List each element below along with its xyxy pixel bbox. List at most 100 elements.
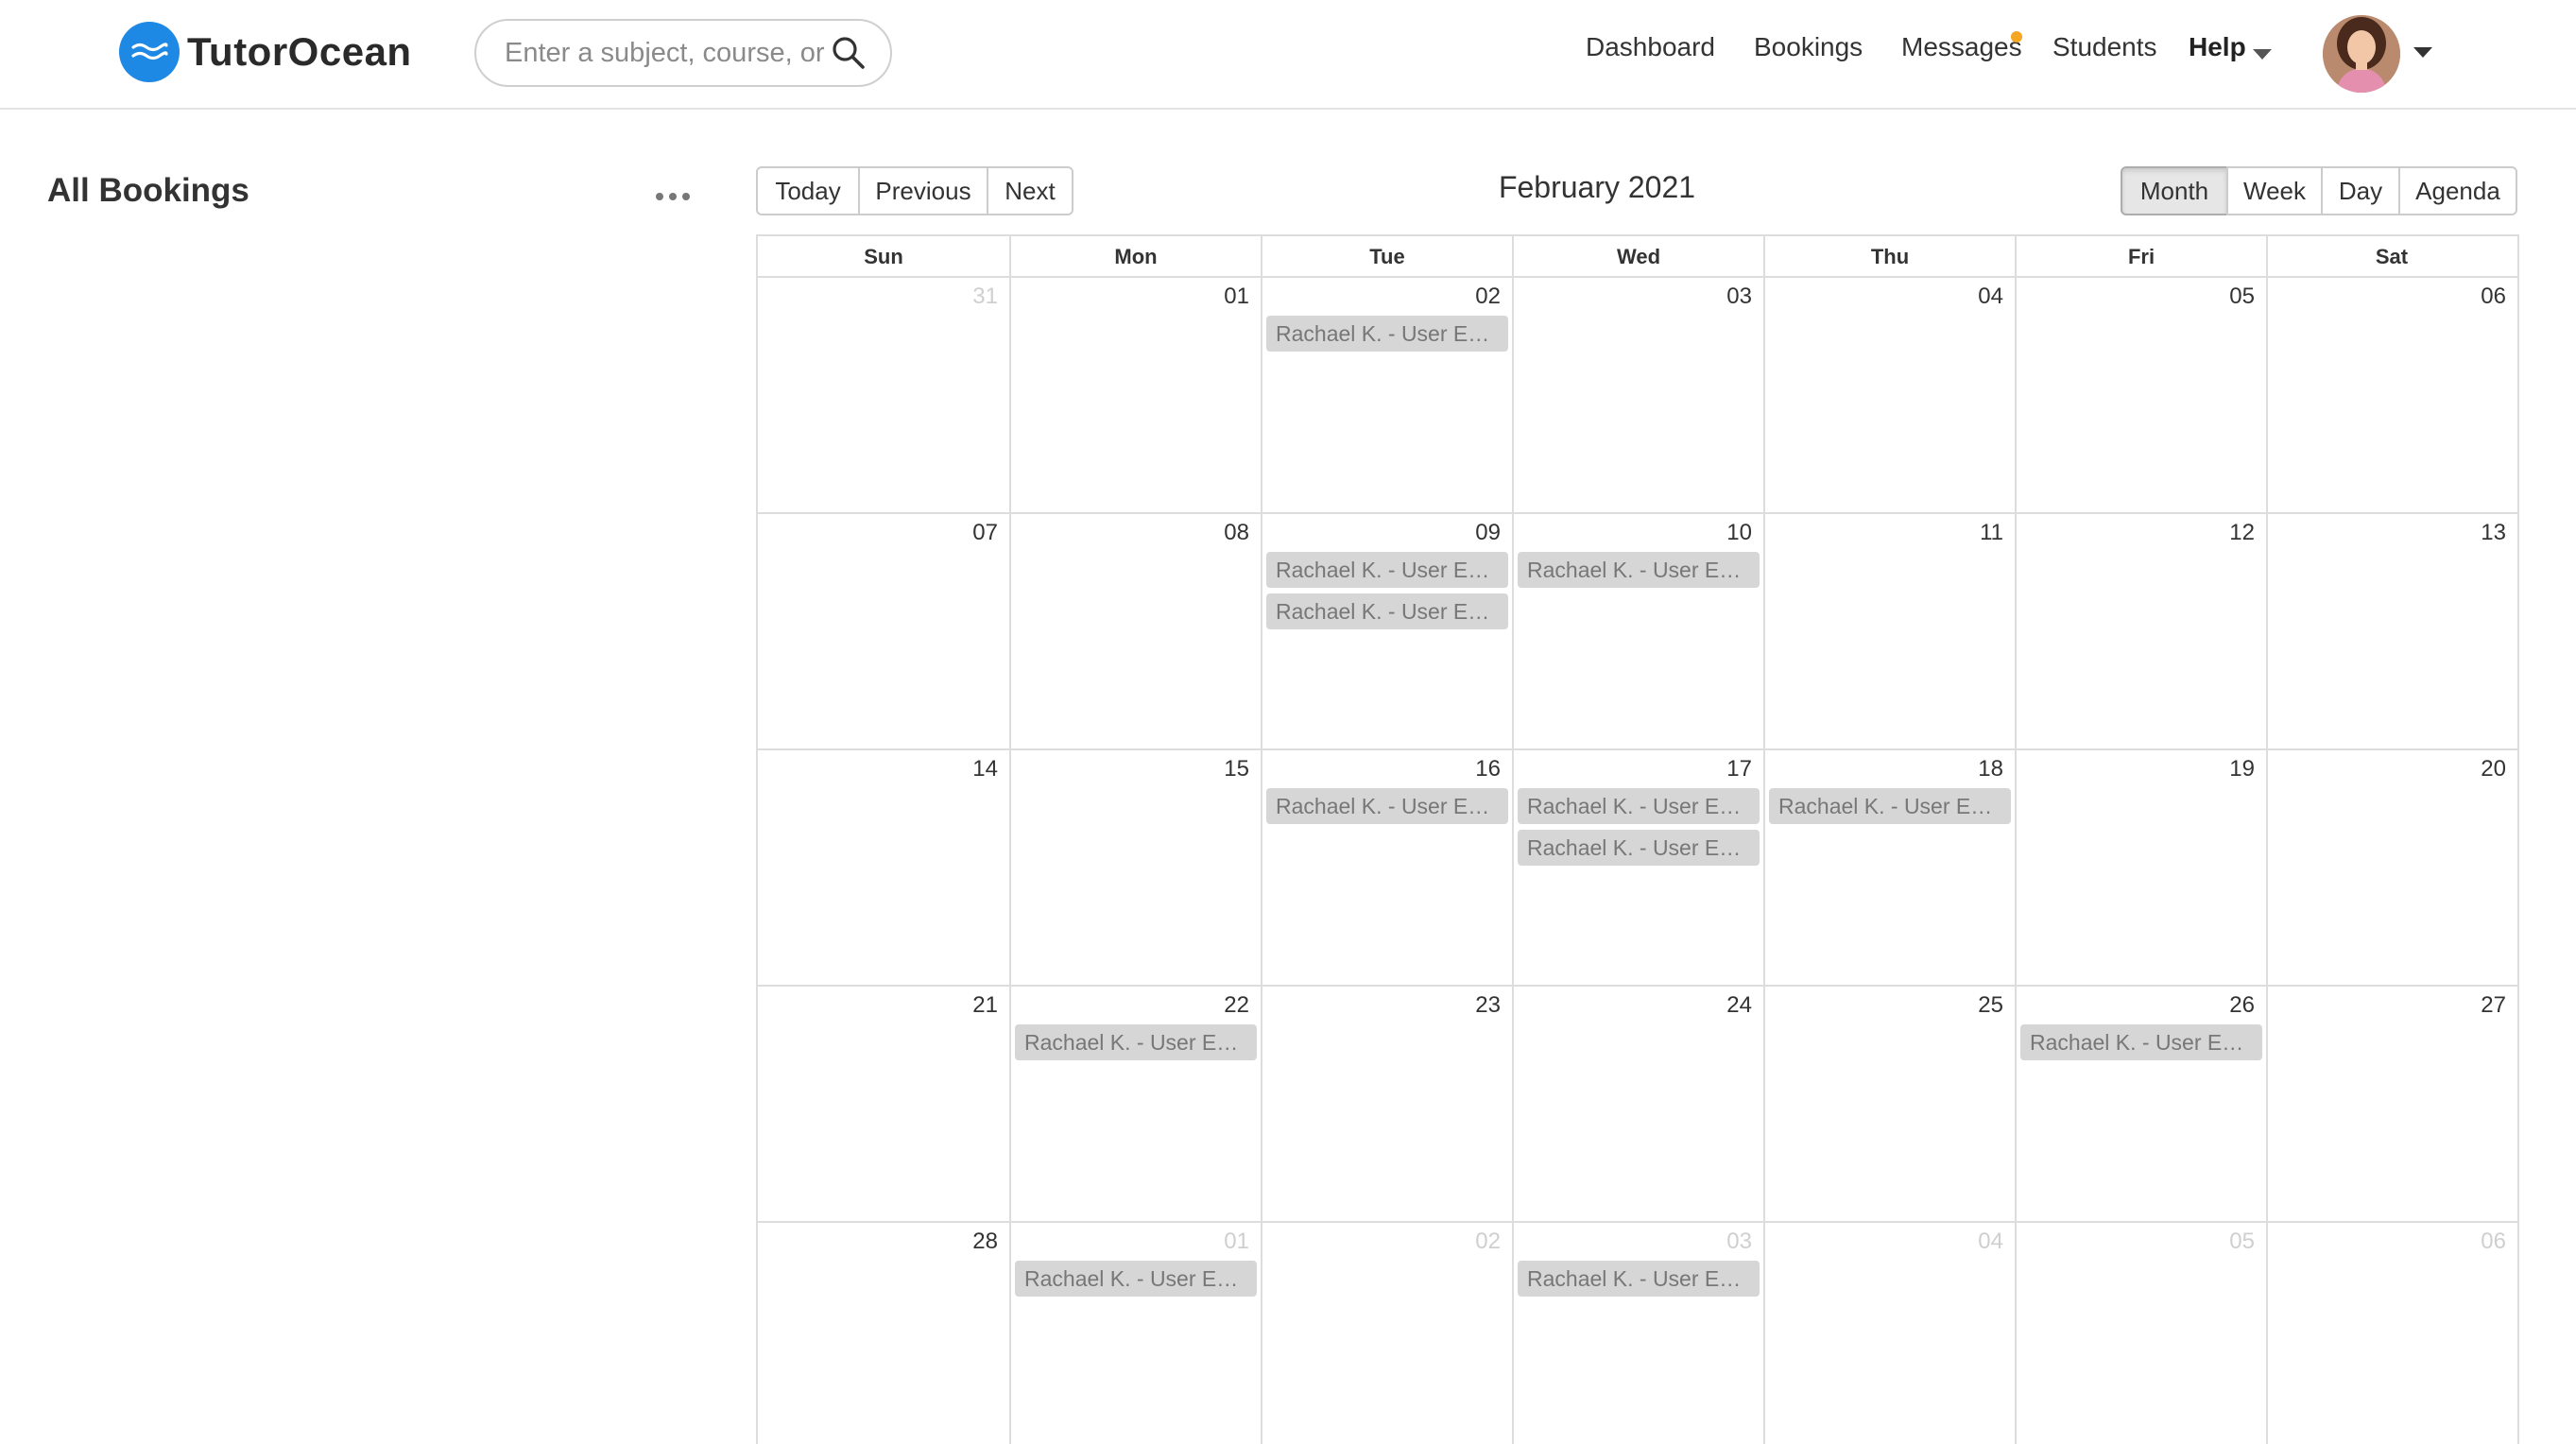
day-number[interactable]: 02 bbox=[1475, 284, 1501, 310]
day-cell[interactable]: 14 bbox=[758, 750, 1009, 985]
day-number[interactable]: 28 bbox=[972, 1229, 998, 1255]
day-cell[interactable]: 15 bbox=[1009, 750, 1261, 985]
day-number[interactable]: 27 bbox=[2481, 992, 2506, 1019]
day-cell[interactable]: 04 bbox=[1763, 278, 2015, 512]
day-cell[interactable]: 13 bbox=[2266, 514, 2517, 748]
day-number[interactable]: 02 bbox=[1475, 1229, 1501, 1255]
nav-help[interactable]: Help bbox=[2189, 32, 2246, 62]
day-cell[interactable]: 28 bbox=[758, 1223, 1009, 1444]
day-number[interactable]: 01 bbox=[1224, 284, 1249, 310]
day-number[interactable]: 06 bbox=[2481, 1229, 2506, 1255]
day-cell[interactable]: 17 Rachael K. - User Experience Rachael K.… bbox=[1512, 750, 1763, 985]
day-cell[interactable]: 24 bbox=[1512, 987, 1763, 1221]
day-cell[interactable]: 02 bbox=[1261, 1223, 1512, 1444]
day-number[interactable]: 26 bbox=[2229, 992, 2255, 1019]
day-cell[interactable]: 23 bbox=[1261, 987, 1512, 1221]
day-number[interactable]: 10 bbox=[1726, 520, 1752, 546]
day-number[interactable]: 12 bbox=[2229, 520, 2255, 546]
day-number[interactable]: 21 bbox=[972, 992, 998, 1019]
day-number[interactable]: 15 bbox=[1224, 756, 1249, 782]
day-number[interactable]: 07 bbox=[972, 520, 998, 546]
nav-bookings[interactable]: Bookings bbox=[1754, 32, 1863, 62]
day-cell[interactable]: 03 bbox=[1512, 278, 1763, 512]
booking-event[interactable]: Rachael K. - User Experience bbox=[1266, 788, 1508, 824]
day-number[interactable]: 16 bbox=[1475, 756, 1501, 782]
day-number[interactable]: 23 bbox=[1475, 992, 1501, 1019]
day-number[interactable]: 05 bbox=[2229, 1229, 2255, 1255]
search-input[interactable] bbox=[505, 37, 830, 69]
user-avatar[interactable] bbox=[2323, 15, 2400, 93]
day-cell[interactable]: 11 bbox=[1763, 514, 2015, 748]
day-number[interactable]: 18 bbox=[1978, 756, 2003, 782]
booking-event[interactable]: Rachael K. - User Experience bbox=[1266, 552, 1508, 588]
day-number[interactable]: 13 bbox=[2481, 520, 2506, 546]
day-cell[interactable]: 02 Rachael K. - User Experience bbox=[1261, 278, 1512, 512]
booking-event[interactable]: Rachael K. - User Experience bbox=[1015, 1024, 1257, 1060]
booking-event[interactable]: Rachael K. - User Experience bbox=[1518, 552, 1760, 588]
booking-event[interactable]: Rachael K. - User Experience bbox=[2020, 1024, 2262, 1060]
day-number[interactable]: 03 bbox=[1726, 284, 1752, 310]
day-number[interactable]: 17 bbox=[1726, 756, 1752, 782]
day-cell[interactable]: 18 Rachael K. - User Experience bbox=[1763, 750, 2015, 985]
view-month-button[interactable]: Month bbox=[2121, 166, 2228, 215]
search-box[interactable] bbox=[474, 19, 892, 87]
day-number[interactable]: 31 bbox=[972, 284, 998, 310]
day-cell[interactable]: 25 bbox=[1763, 987, 2015, 1221]
day-cell[interactable]: 22 Rachael K. - User Experience bbox=[1009, 987, 1261, 1221]
view-agenda-button[interactable]: Agenda bbox=[2398, 166, 2517, 215]
day-cell[interactable]: 16 Rachael K. - User Experience bbox=[1261, 750, 1512, 985]
previous-button[interactable]: Previous bbox=[858, 166, 988, 215]
day-number[interactable]: 14 bbox=[972, 756, 998, 782]
day-cell[interactable]: 12 bbox=[2015, 514, 2266, 748]
day-number[interactable]: 24 bbox=[1726, 992, 1752, 1019]
day-number[interactable]: 03 bbox=[1726, 1229, 1752, 1255]
day-cell[interactable]: 27 bbox=[2266, 987, 2517, 1221]
day-number[interactable]: 01 bbox=[1224, 1229, 1249, 1255]
day-number[interactable]: 05 bbox=[2229, 284, 2255, 310]
day-cell[interactable]: 20 bbox=[2266, 750, 2517, 985]
nav-students[interactable]: Students bbox=[2052, 32, 2157, 62]
day-cell[interactable]: 26 Rachael K. - User Experience bbox=[2015, 987, 2266, 1221]
day-number[interactable]: 20 bbox=[2481, 756, 2506, 782]
day-cell[interactable]: 31 bbox=[758, 278, 1009, 512]
day-cell[interactable]: 07 bbox=[758, 514, 1009, 748]
day-cell[interactable]: 01 bbox=[1009, 278, 1261, 512]
day-cell[interactable]: 10 Rachael K. - User Experience bbox=[1512, 514, 1763, 748]
day-cell[interactable]: 08 bbox=[1009, 514, 1261, 748]
view-week-button[interactable]: Week bbox=[2226, 166, 2323, 215]
more-horizontal-icon[interactable] bbox=[656, 187, 690, 206]
day-cell[interactable]: 19 bbox=[2015, 750, 2266, 985]
day-number[interactable]: 25 bbox=[1978, 992, 2003, 1019]
booking-event[interactable]: Rachael K. - User Experience bbox=[1518, 788, 1760, 824]
booking-event[interactable]: Rachael K. - User Experience bbox=[1769, 788, 2011, 824]
day-cell[interactable]: 05 bbox=[2015, 1223, 2266, 1444]
booking-event[interactable]: Rachael K. - User Experience bbox=[1266, 316, 1508, 352]
nav-dashboard[interactable]: Dashboard bbox=[1586, 32, 1715, 62]
day-cell[interactable]: 05 bbox=[2015, 278, 2266, 512]
day-number[interactable]: 04 bbox=[1978, 1229, 2003, 1255]
nav-messages[interactable]: Messages bbox=[1901, 32, 2022, 62]
booking-event[interactable]: Rachael K. - User Experience bbox=[1015, 1261, 1257, 1297]
day-cell[interactable]: 09 Rachael K. - User Experience Rachael K.… bbox=[1261, 514, 1512, 748]
day-cell[interactable]: 06 bbox=[2266, 278, 2517, 512]
search-icon[interactable] bbox=[830, 34, 867, 72]
day-number[interactable]: 22 bbox=[1224, 992, 1249, 1019]
day-number[interactable]: 06 bbox=[2481, 284, 2506, 310]
day-number[interactable]: 19 bbox=[2229, 756, 2255, 782]
day-number[interactable]: 11 bbox=[1980, 520, 2003, 546]
booking-event[interactable]: Rachael K. - User Experience bbox=[1518, 1261, 1760, 1297]
day-cell[interactable]: 21 bbox=[758, 987, 1009, 1221]
today-button[interactable]: Today bbox=[756, 166, 860, 215]
day-number[interactable]: 08 bbox=[1224, 520, 1249, 546]
booking-event[interactable]: Rachael K. - User Experience bbox=[1518, 830, 1760, 866]
day-cell[interactable]: 03 Rachael K. - User Experience bbox=[1512, 1223, 1763, 1444]
day-cell[interactable]: 06 bbox=[2266, 1223, 2517, 1444]
day-cell[interactable]: 04 bbox=[1763, 1223, 2015, 1444]
day-number[interactable]: 04 bbox=[1978, 284, 2003, 310]
account-chevron-down-icon[interactable] bbox=[2413, 47, 2432, 58]
help-chevron-down-icon[interactable] bbox=[2253, 49, 2272, 60]
next-button[interactable]: Next bbox=[987, 166, 1073, 215]
day-cell[interactable]: 01 Rachael K. - User Experience bbox=[1009, 1223, 1261, 1444]
day-number[interactable]: 09 bbox=[1475, 520, 1501, 546]
view-day-button[interactable]: Day bbox=[2321, 166, 2400, 215]
